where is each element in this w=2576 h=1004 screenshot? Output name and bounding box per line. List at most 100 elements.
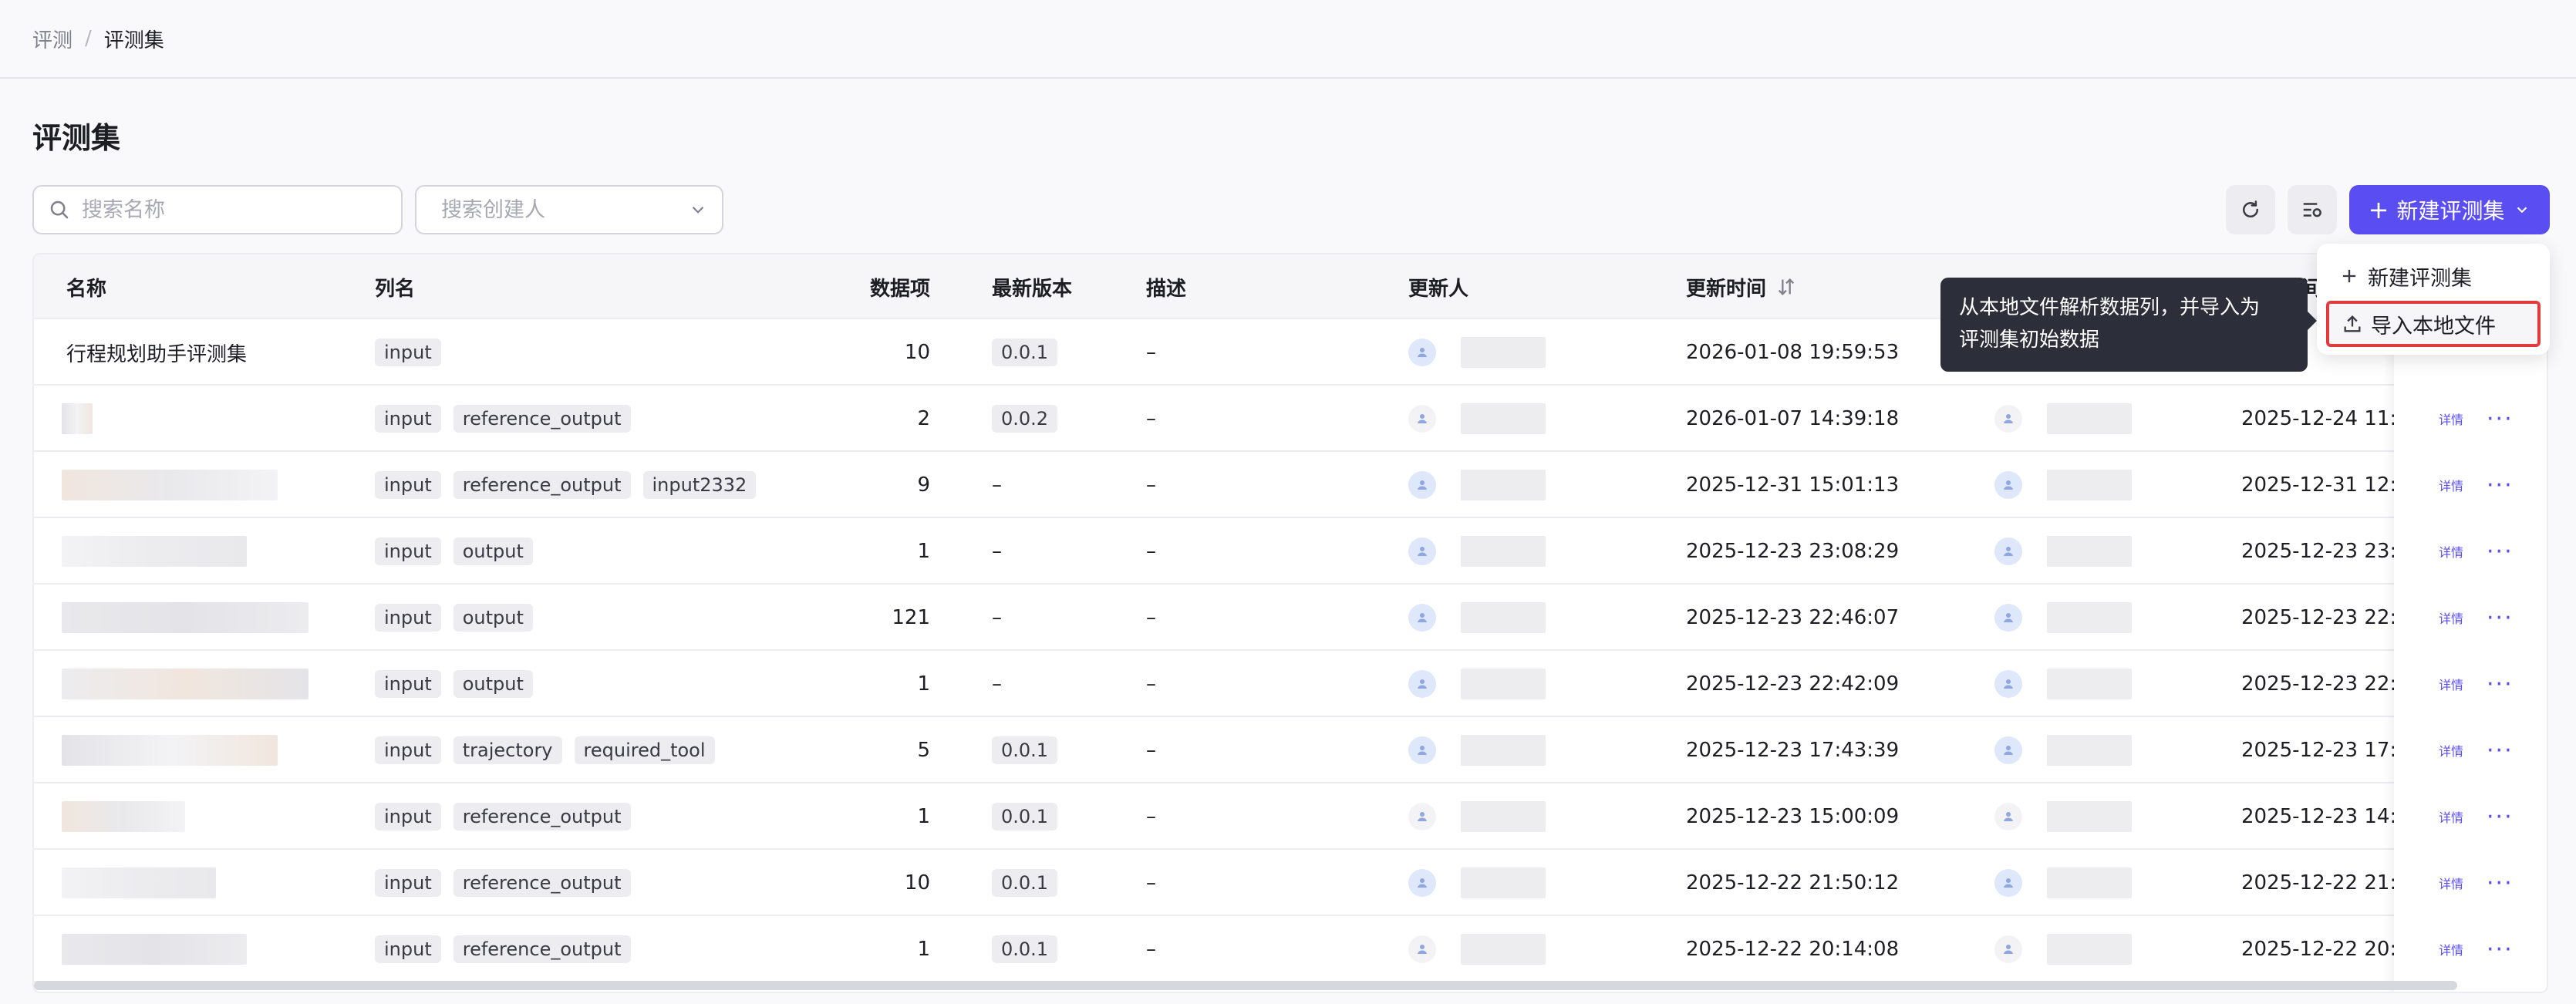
field-tag: input bbox=[375, 405, 441, 433]
horizontal-scrollbar[interactable] bbox=[34, 981, 2457, 990]
more-actions-button[interactable]: ··· bbox=[2487, 671, 2514, 698]
detail-link[interactable]: 详情 bbox=[2439, 476, 2463, 494]
user-avatar bbox=[1994, 869, 2022, 897]
redacted-creator bbox=[2047, 735, 2132, 766]
cell-name bbox=[62, 585, 309, 651]
more-actions-button[interactable]: ··· bbox=[2487, 406, 2514, 433]
cell-name bbox=[62, 651, 309, 717]
cell-name bbox=[62, 518, 247, 585]
table-row[interactable]: input reference_output 2 0.0.2 – 2026-01-07 1… bbox=[34, 386, 2547, 452]
more-actions-button[interactable]: ··· bbox=[2487, 870, 2514, 897]
cell-desc: – bbox=[1146, 805, 1156, 828]
search-name-box[interactable] bbox=[32, 185, 403, 234]
sort-icon[interactable] bbox=[1775, 276, 1797, 298]
user-icon bbox=[1418, 812, 1427, 821]
dropdown-item-label: 新建评测集 bbox=[2368, 266, 2472, 291]
detail-link[interactable]: 详情 bbox=[2439, 940, 2463, 959]
dropdown-item-label: 导入本地文件 bbox=[2371, 314, 2496, 339]
dropdown-item-new-evalset[interactable]: 新建评测集 bbox=[2326, 253, 2541, 299]
detail-link[interactable]: 详情 bbox=[2439, 741, 2463, 760]
refresh-icon bbox=[2243, 200, 2258, 217]
more-actions-button[interactable]: ··· bbox=[2487, 605, 2514, 632]
more-actions-button[interactable]: ··· bbox=[2487, 804, 2514, 830]
row-actions: 详情 ··· bbox=[2439, 783, 2514, 850]
tooltip-line: 评测集初始数据 bbox=[1959, 328, 2100, 352]
cell-items: 5 bbox=[917, 739, 930, 762]
cell-version: 0.0.1 bbox=[992, 850, 1058, 916]
col-updated-at[interactable]: 更新时间 bbox=[1686, 254, 1797, 319]
detail-link[interactable]: 详情 bbox=[2439, 807, 2463, 826]
user-icon bbox=[2004, 613, 2013, 622]
redacted-name bbox=[62, 669, 309, 699]
detail-link[interactable]: 详情 bbox=[2439, 409, 2463, 428]
cell-version: 0.0.2 bbox=[992, 386, 1058, 452]
row-actions: 详情 ··· bbox=[2439, 717, 2514, 783]
cell-version: – bbox=[992, 452, 1002, 518]
user-icon bbox=[1418, 679, 1427, 689]
row-actions: 详情 ··· bbox=[2439, 386, 2514, 452]
cell-creator bbox=[1994, 651, 2132, 717]
more-actions-button[interactable]: ··· bbox=[2487, 472, 2514, 499]
redacted-creator bbox=[2047, 602, 2132, 633]
more-actions-button[interactable]: ··· bbox=[2487, 538, 2514, 565]
more-actions-button[interactable]: ··· bbox=[2487, 936, 2514, 963]
table-row[interactable]: input reference_output 1 0.0.1 – 2025-12-23 1… bbox=[34, 783, 2547, 850]
dropdown-item-import-local-file[interactable]: 导入本地文件 bbox=[2326, 301, 2541, 347]
version-tag: 0.0.1 bbox=[992, 736, 1058, 764]
cell-creator bbox=[1994, 518, 2132, 585]
table-row[interactable]: input output 121 – – 2025-12-23 22:46:07 2025-… bbox=[34, 585, 2547, 651]
user-avatar bbox=[1994, 736, 2022, 764]
more-actions-button[interactable]: ··· bbox=[2487, 737, 2514, 764]
cell-creator bbox=[1994, 386, 2132, 452]
chevron-down-icon bbox=[2517, 207, 2527, 214]
cell-version: – bbox=[992, 585, 1002, 651]
col-version: 最新版本 bbox=[992, 277, 1073, 301]
user-icon bbox=[2004, 679, 2013, 689]
chevron-down-icon bbox=[692, 206, 704, 214]
table-row[interactable]: input trajectory required_tool 5 0.0.1 – 2025-… bbox=[34, 717, 2547, 783]
plus-icon bbox=[2342, 269, 2356, 283]
detail-link[interactable]: 详情 bbox=[2439, 675, 2463, 693]
cell-updater bbox=[1408, 850, 1546, 916]
cell-updated-at: 2025-12-23 15:00:09 bbox=[1686, 805, 1900, 828]
redacted-updater bbox=[1461, 669, 1546, 699]
table-row[interactable]: input reference_output input2332 9 – – 2025-12… bbox=[34, 452, 2547, 518]
redacted-name bbox=[62, 868, 216, 898]
breadcrumb-parent[interactable]: 评测 bbox=[32, 25, 72, 53]
user-avatar bbox=[1408, 471, 1436, 499]
search-creator-select[interactable] bbox=[415, 185, 723, 234]
user-icon bbox=[2004, 480, 2013, 490]
cell-updater bbox=[1408, 452, 1546, 518]
table-row[interactable]: input output 1 – – 2025-12-23 23:08:29 2025-12… bbox=[34, 518, 2547, 585]
new-evalset-dropdown: 新建评测集 导入本地文件 bbox=[2317, 244, 2550, 355]
table-row[interactable]: input output 1 – – 2025-12-23 22:42:09 2025-12… bbox=[34, 651, 2547, 717]
row-actions: 详情 ··· bbox=[2439, 651, 2514, 717]
search-name-input[interactable] bbox=[82, 197, 401, 222]
cell-fields: input reference_output input2332 bbox=[375, 452, 768, 518]
version-tag: – bbox=[992, 606, 1002, 629]
table-row[interactable]: input reference_output 10 0.0.1 – 2025-12-22 … bbox=[34, 850, 2547, 916]
table-row[interactable]: input reference_output 1 0.0.1 – 2025-12-22 2… bbox=[34, 916, 2547, 982]
user-avatar bbox=[1408, 604, 1436, 632]
cell-items: 1 bbox=[917, 672, 930, 696]
cell-updated-at: 2025-12-23 22:42:09 bbox=[1686, 672, 1900, 696]
field-tag: reference_output bbox=[453, 869, 631, 897]
new-evalset-button[interactable]: + 新建评测集 bbox=[2349, 185, 2550, 234]
search-creator-input[interactable] bbox=[441, 197, 688, 222]
tooltip-arrow bbox=[2308, 312, 2317, 330]
user-icon bbox=[2004, 746, 2013, 755]
cell-updater bbox=[1408, 717, 1546, 783]
detail-link[interactable]: 详情 bbox=[2439, 874, 2463, 892]
version-tag: – bbox=[992, 540, 1002, 563]
refresh-button[interactable] bbox=[2226, 185, 2275, 234]
cell-name: 行程规划助手评测集 bbox=[66, 342, 248, 366]
column-settings-button[interactable] bbox=[2288, 185, 2337, 234]
cell-updater bbox=[1408, 386, 1546, 452]
cell-created-at: 2025-12-23 23: bbox=[2241, 540, 2397, 563]
detail-link[interactable]: 详情 bbox=[2439, 542, 2463, 561]
version-tag: – bbox=[992, 473, 1002, 497]
cell-items: 1 bbox=[917, 540, 930, 563]
detail-link[interactable]: 详情 bbox=[2439, 608, 2463, 627]
cell-updater bbox=[1408, 585, 1546, 651]
redacted-name bbox=[62, 801, 185, 832]
